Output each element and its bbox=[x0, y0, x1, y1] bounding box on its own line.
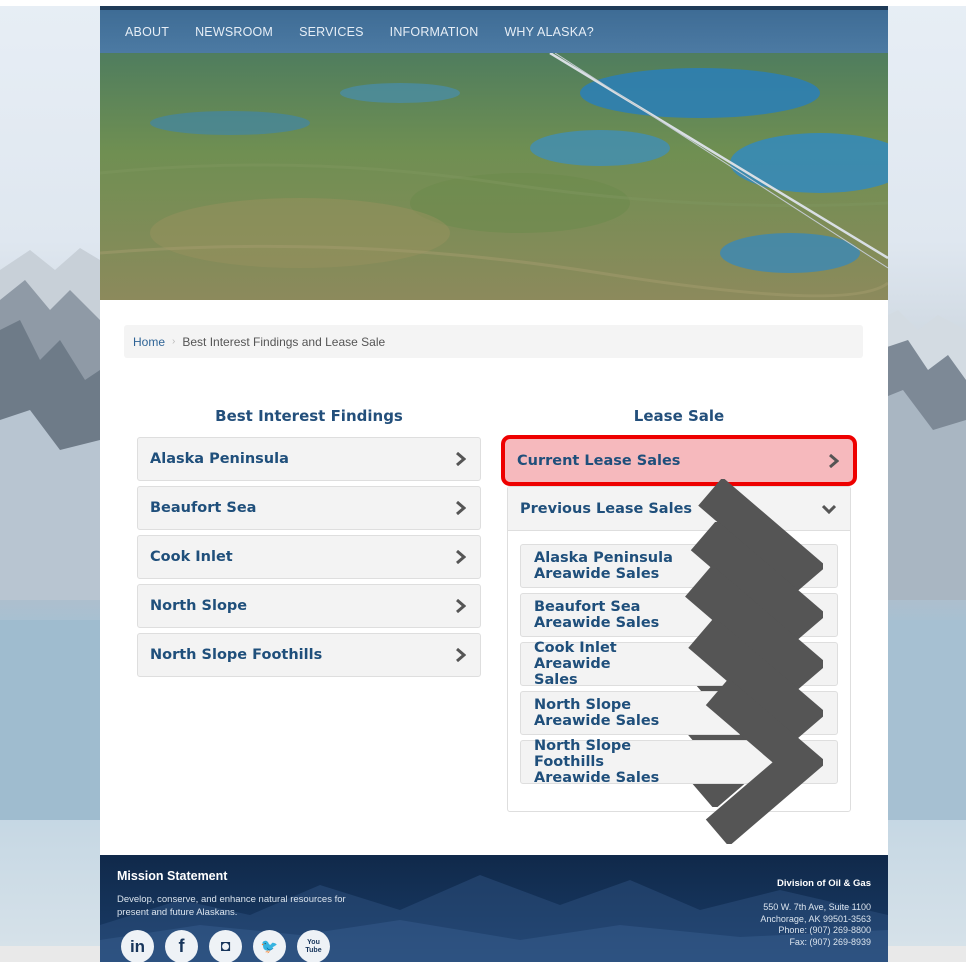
breadcrumb: Home › Best Interest Findings and Lease … bbox=[124, 325, 863, 358]
item-label: Alaska Peninsula Areawide Sales bbox=[534, 550, 673, 582]
previous-lease-sales-panel: Previous Lease Sales Alaska Peninsula Ar… bbox=[507, 478, 851, 845]
breadcrumb-current: Best Interest Findings and Lease Sale bbox=[182, 334, 386, 349]
best-interest-alaska-peninsula[interactable]: Alaska Peninsula bbox=[137, 437, 481, 481]
youtube-icon[interactable]: You Tube bbox=[297, 930, 330, 962]
fax-line: Fax: (907) 269-8939 bbox=[789, 936, 871, 947]
twitter-icon[interactable]: 🐦 bbox=[253, 930, 286, 962]
best-interest-north-slope[interactable]: North Slope bbox=[137, 584, 481, 628]
best-interest-north-slope-foothills[interactable]: North Slope Foothills bbox=[137, 633, 481, 677]
item-label: North Slope Foothills bbox=[150, 647, 323, 663]
contact-address: 550 W. 7th Ave, Suite 1100 Anchorage, AK… bbox=[760, 902, 871, 948]
lease-sale-title: Lease Sale bbox=[633, 407, 725, 425]
item-label: North Slope Foothills Areawide Sales bbox=[534, 738, 660, 786]
page-container: About Newsroom Services Information Why … bbox=[100, 6, 888, 962]
chevron-right-icon bbox=[456, 648, 466, 662]
best-interest-beaufort-sea[interactable]: Beaufort Sea bbox=[137, 486, 481, 530]
item-label: Current Lease Sales bbox=[517, 452, 681, 469]
nav-services[interactable]: Services bbox=[299, 25, 364, 39]
item-label: Cook Inlet bbox=[150, 549, 233, 565]
instagram-icon[interactable]: ◘ bbox=[209, 930, 242, 962]
social-links: in f ◘ 🐦 You Tube bbox=[121, 930, 330, 962]
item-label: Beaufort Sea Areawide Sales bbox=[534, 599, 660, 631]
item-label: Alaska Peninsula bbox=[150, 451, 289, 467]
chevron-right-icon bbox=[456, 550, 466, 564]
division-name: Division of Oil & Gas bbox=[777, 878, 871, 889]
facebook-icon[interactable]: f bbox=[165, 930, 198, 962]
background-mountains-left bbox=[0, 0, 100, 962]
address-line: Anchorage, AK 99501-3563 bbox=[760, 913, 871, 924]
background-mountains-right bbox=[878, 0, 966, 962]
item-label: North Slope Areawide Sales bbox=[534, 697, 660, 729]
linkedin-icon[interactable]: in bbox=[121, 930, 154, 962]
phone-line: Phone: (907) 269-8800 bbox=[778, 925, 871, 935]
item-label: Cook Inlet Areawide Sales bbox=[534, 640, 617, 688]
item-label: Previous Lease Sales bbox=[520, 500, 693, 517]
breadcrumb-separator: › bbox=[172, 336, 176, 347]
mission-statement-title: Mission Statement bbox=[117, 869, 228, 883]
top-navigation: About Newsroom Services Information Why … bbox=[100, 6, 888, 53]
chevron-right-icon bbox=[829, 453, 839, 468]
chevron-right-icon bbox=[456, 452, 466, 466]
nav-information[interactable]: Information bbox=[390, 25, 479, 39]
chevron-right-icon bbox=[456, 501, 466, 515]
address-line: 550 W. 7th Ave, Suite 1100 bbox=[763, 902, 871, 912]
item-label: Beaufort Sea bbox=[150, 500, 257, 516]
nav-why-alaska[interactable]: Why Alaska? bbox=[504, 25, 594, 39]
best-interest-title: Best Interest Findings bbox=[215, 407, 403, 425]
best-interest-cook-inlet[interactable]: Cook Inlet bbox=[137, 535, 481, 579]
mission-statement-text: Develop, conserve, and enhance natural r… bbox=[117, 894, 346, 918]
chevron-right-icon bbox=[705, 679, 823, 845]
nav-newsroom[interactable]: Newsroom bbox=[195, 25, 273, 39]
item-label: North Slope bbox=[150, 598, 248, 614]
north-slope-foothills-areawide-sales[interactable]: North Slope Foothills Areawide Sales bbox=[520, 679, 838, 845]
site-footer: Mission Statement Develop, conserve, and… bbox=[100, 855, 888, 962]
chevron-down-icon bbox=[822, 504, 836, 514]
nav-about[interactable]: About bbox=[125, 25, 169, 39]
breadcrumb-home-link[interactable]: Home bbox=[133, 335, 165, 349]
chevron-right-icon bbox=[456, 599, 466, 613]
hero-image bbox=[100, 53, 888, 300]
